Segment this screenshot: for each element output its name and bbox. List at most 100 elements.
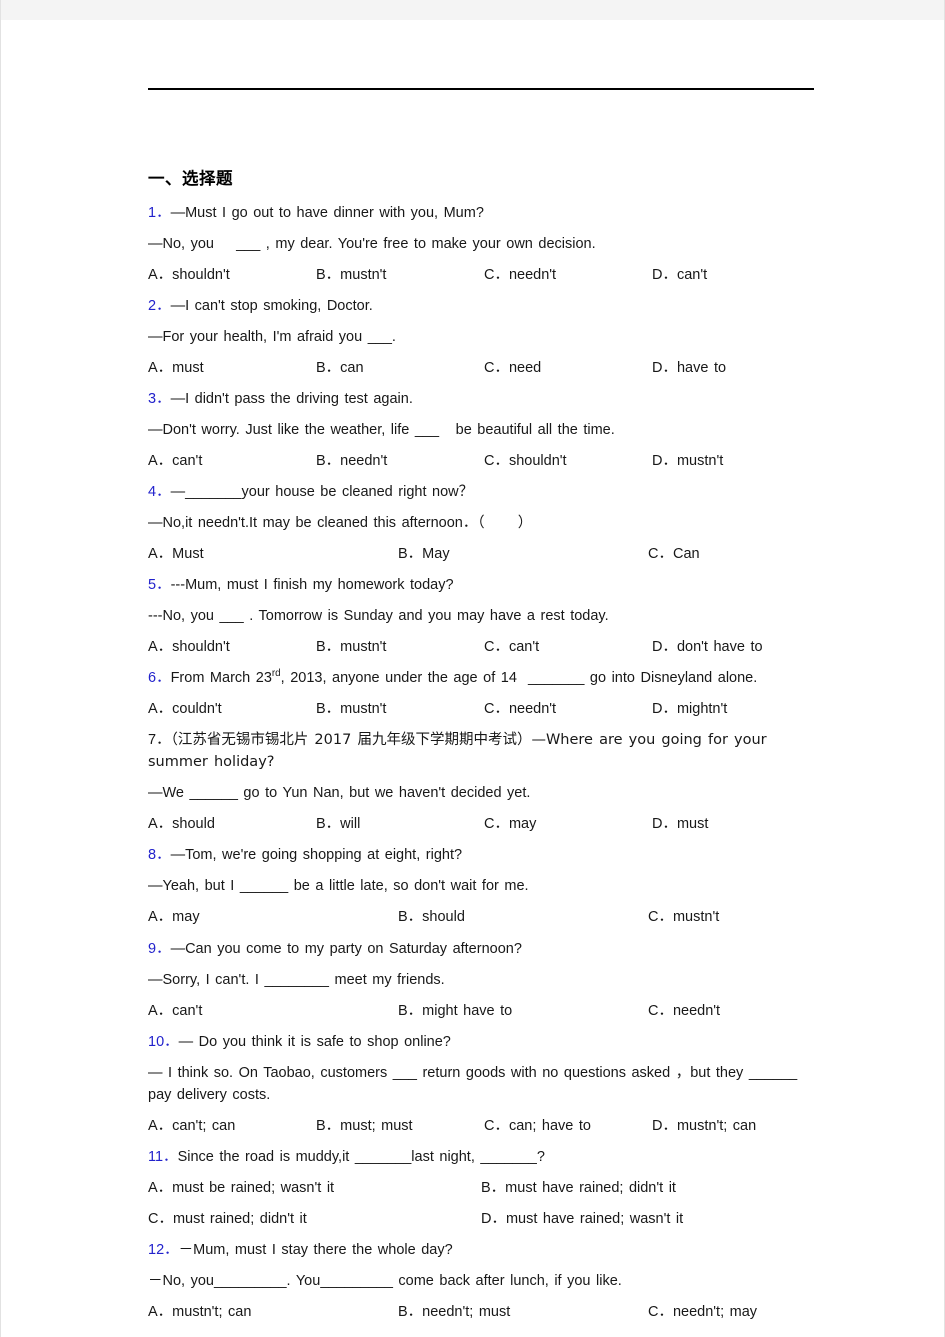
option-b[interactable]: B．mustn't <box>316 264 484 286</box>
option-c[interactable]: C．must rained; didn't it <box>148 1208 481 1230</box>
question-line: 9．—Can you come to my party on Saturday … <box>148 933 814 964</box>
option-b[interactable]: B．must; must <box>316 1115 484 1137</box>
option-b[interactable]: B．will <box>316 813 484 835</box>
question-text: —_______your house be cleaned right now？ <box>170 484 474 501</box>
option-a[interactable]: A．shouldn't <box>148 264 316 286</box>
option-a[interactable]: A．can't; can <box>148 1115 316 1137</box>
question-text: —Yeah, but I ______ be a little late, so… <box>148 878 529 895</box>
option-a[interactable]: A．may <box>148 906 398 928</box>
question-text: —No,it needn't.It may be cleaned this af… <box>148 515 533 532</box>
option-c[interactable]: C．may <box>484 813 652 835</box>
option-b[interactable]: B．can <box>316 357 484 379</box>
option-b[interactable]: B．should <box>398 906 648 928</box>
question-line: 1．—Must I go out to have dinner with you… <box>148 197 814 228</box>
option-a[interactable]: A．must be rained; wasn't it <box>148 1177 481 1199</box>
question-number: 11． <box>148 1148 178 1165</box>
question-text: —We ______ go to Yun Nan, but we haven't… <box>148 785 531 802</box>
option-b[interactable]: B．needn't <box>316 450 484 472</box>
option-a[interactable]: A．must <box>148 357 316 379</box>
question-text: —I can't stop smoking, Doctor. <box>170 297 373 314</box>
document-page: 一、选择题 1．—Must I go out to have dinner wi… <box>0 0 945 1337</box>
question-line: 10．— Do you think it is safe to shop onl… <box>148 1026 814 1057</box>
option-row: A．shouldn't B．mustn't C．can't D．don't ha… <box>148 632 814 663</box>
option-d[interactable]: D．must <box>652 813 708 835</box>
option-a[interactable]: A．can't <box>148 1000 398 1022</box>
question-line: －No, you_________. You_________ come bac… <box>148 1265 814 1296</box>
question-line: —No, you ___ , my dear. You're free to m… <box>148 228 814 259</box>
option-b[interactable]: B．needn't; must <box>398 1301 648 1323</box>
document-content: 一、选择题 1．—Must I go out to have dinner wi… <box>148 168 814 1327</box>
question-line: 11．Since the road is muddy,it _______las… <box>148 1141 814 1172</box>
option-c[interactable]: C．needn't <box>484 698 652 720</box>
option-a[interactable]: A．mustn't; can <box>148 1301 398 1323</box>
option-c[interactable]: C．needn't <box>648 1000 720 1022</box>
page-top-margin-band <box>1 0 944 20</box>
option-d[interactable]: D．mustn't <box>652 450 723 472</box>
option-b[interactable]: B．might have to <box>398 1000 648 1022</box>
option-row: A．must B．can C．need D．have to <box>148 352 814 383</box>
option-c[interactable]: C．need <box>484 357 652 379</box>
option-row: A．Must B．May C．Can <box>148 539 814 570</box>
question-text: — I think so. On Taobao, customers ___ r… <box>148 1064 798 1103</box>
option-d[interactable]: D．must have rained; wasn't it <box>481 1208 683 1230</box>
question-text: Since the road is muddy,it _______last n… <box>177 1148 545 1165</box>
option-b[interactable]: B．mustn't <box>316 636 484 658</box>
question-line: —For your health, I'm afraid you ___. <box>148 321 814 352</box>
option-c[interactable]: C．mustn't <box>648 906 719 928</box>
option-c[interactable]: C．Can <box>648 543 700 565</box>
option-row: A．shouldn't B．mustn't C．needn't D．can't <box>148 259 814 290</box>
option-c[interactable]: C．can't <box>484 636 652 658</box>
question-number: 2． <box>148 297 171 314</box>
option-a[interactable]: A．Must <box>148 543 398 565</box>
question-text: From March 23rd, 2013, anyone under the … <box>170 668 758 687</box>
option-d[interactable]: D．mightn't <box>652 698 727 720</box>
question-text: ---Mum, must I finish my homework today? <box>170 577 454 594</box>
question-text: —Can you come to my party on Saturday af… <box>170 940 522 957</box>
option-a[interactable]: A．shouldn't <box>148 636 316 658</box>
option-row: A．may B．should C．mustn't <box>148 902 814 933</box>
option-c[interactable]: C．needn't <box>484 264 652 286</box>
question-text: —Sorry, I can't. I ________ meet my frie… <box>148 971 445 988</box>
question-text: －Mum, must I stay there the whole day? <box>178 1241 453 1258</box>
option-a[interactable]: A．can't <box>148 450 316 472</box>
option-d[interactable]: D．mustn't; can <box>652 1115 756 1137</box>
option-d[interactable]: D．have to <box>652 357 726 379</box>
option-c[interactable]: C．needn't; may <box>648 1301 757 1323</box>
question-line: —No,it needn't.It may be cleaned this af… <box>148 508 814 539</box>
option-row: A．mustn't; can B．needn't; must C．needn't… <box>148 1296 814 1327</box>
option-b[interactable]: B．May <box>398 543 648 565</box>
option-b[interactable]: B．must have rained; didn't it <box>481 1177 676 1199</box>
question-line: ---No, you ___ . Tomorrow is Sunday and … <box>148 601 814 632</box>
option-d[interactable]: D．can't <box>652 264 707 286</box>
option-a[interactable]: A．couldn't <box>148 698 316 720</box>
option-c[interactable]: C．shouldn't <box>484 450 652 472</box>
question-number: 6． <box>148 670 171 687</box>
option-d[interactable]: D．don't have to <box>652 636 763 658</box>
question-line: —Sorry, I can't. I ________ meet my frie… <box>148 964 814 995</box>
question-number: 10． <box>148 1033 179 1050</box>
option-a[interactable]: A．should <box>148 813 316 835</box>
option-row: A．must be rained; wasn't it B．must have … <box>148 1172 814 1203</box>
option-row: A．can't; can B．must; must C．can; have to… <box>148 1110 814 1141</box>
question-text: —For your health, I'm afraid you ___. <box>148 328 396 345</box>
question-number: 7． <box>148 732 171 749</box>
option-c[interactable]: C．can; have to <box>484 1115 652 1137</box>
question-line: —Yeah, but I ______ be a little late, so… <box>148 871 814 902</box>
question-number: 3． <box>148 390 171 407</box>
question-number: 9． <box>148 940 171 957</box>
option-row: C．must rained; didn't it D．must have rai… <box>148 1203 814 1234</box>
question-line: —Don't worry. Just like the weather, lif… <box>148 414 814 445</box>
question-number: 1． <box>148 204 171 221</box>
option-b[interactable]: B．mustn't <box>316 698 484 720</box>
question-number: 5． <box>148 577 171 594</box>
question-line: 12．－Mum, must I stay there the whole day… <box>148 1234 814 1265</box>
question-text: —Don't worry. Just like the weather, lif… <box>148 421 615 438</box>
option-row: A．couldn't B．mustn't C．needn't D．mightn'… <box>148 694 814 725</box>
question-line: —We ______ go to Yun Nan, but we haven't… <box>148 778 814 809</box>
question-line: 3．—I didn't pass the driving test again. <box>148 383 814 414</box>
option-row: A．can't B．needn't C．shouldn't D．mustn't <box>148 446 814 477</box>
option-row: A．should B．will C．may D．must <box>148 809 814 840</box>
question-line: 5．---Mum, must I finish my homework toda… <box>148 570 814 601</box>
question-line: 6．From March 23rd, 2013, anyone under th… <box>148 663 814 694</box>
question-number: 8． <box>148 847 171 864</box>
